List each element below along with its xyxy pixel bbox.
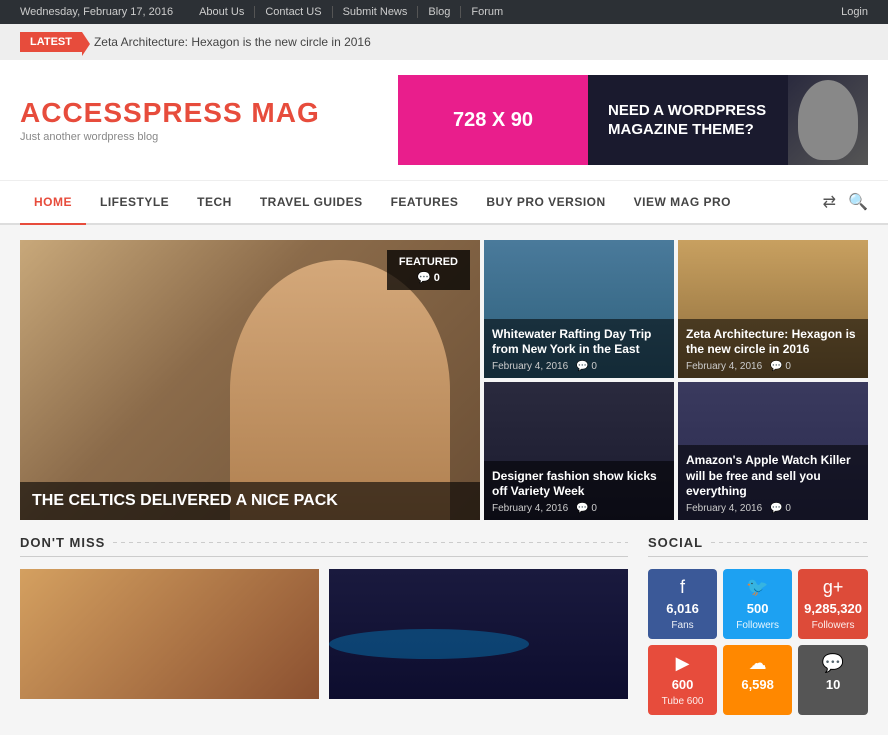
featured-item-2-title: Zeta Architecture: Hexagon is the new ci… (686, 327, 860, 358)
google-label: Followers (812, 620, 855, 631)
soundcloud-count: 6,598 (729, 677, 786, 692)
featured-badge-label: FEATURED (399, 256, 458, 268)
featured-item-2-overlay: Zeta Architecture: Hexagon is the new ci… (678, 319, 868, 378)
featured-item-2-meta: February 4, 2016 💬 0 (686, 361, 860, 372)
social-google[interactable]: g+ 9,285,320 Followers (798, 569, 868, 639)
logo-main: ACCESSPRESS (20, 97, 243, 128)
featured-item-2[interactable]: Zeta Architecture: Hexagon is the new ci… (678, 240, 868, 378)
ticker-label: LATEST (20, 32, 82, 52)
social-section: SOCIAL f 6,016 Fans 🐦 500 Followers g+ 9… (648, 535, 868, 715)
youtube-count: 600 (654, 677, 711, 692)
google-count: 9,285,320 (804, 601, 862, 616)
dont-miss-item-2[interactable] (329, 569, 628, 699)
logo[interactable]: ACCESSPRESS MAG (20, 97, 320, 129)
shuffle-icon[interactable]: ⇄ (823, 192, 836, 212)
nav-lifestyle[interactable]: LIFESTYLE (86, 181, 183, 223)
twitter-icon: 🐦 (729, 577, 786, 598)
facebook-count: 6,016 (654, 601, 711, 616)
featured-item-1[interactable]: Whitewater Rafting Day Trip from New Yor… (484, 240, 674, 378)
google-icon: g+ (804, 577, 862, 598)
login-link[interactable]: Login (841, 6, 868, 18)
banner-text: NEED A WORDPRESS MAGAZINE THEME? (608, 101, 848, 140)
chat-icon: 💬 (804, 653, 862, 674)
social-twitter[interactable]: 🐦 500 Followers (723, 569, 792, 639)
featured-item-4[interactable]: Amazon's Apple Watch Killer will be free… (678, 382, 868, 520)
featured-item-3[interactable]: Designer fashion show kicks off Variety … (484, 382, 674, 520)
twitter-label: Followers (736, 620, 779, 631)
social-grid: f 6,016 Fans 🐦 500 Followers g+ 9,285,32… (648, 569, 868, 715)
top-nav: About Us Contact US Submit News Blog For… (189, 6, 513, 18)
facebook-label: Fans (671, 620, 693, 631)
banner-cta: NEED A WORDPRESS MAGAZINE THEME? (588, 75, 868, 165)
featured-badge: FEATURED 💬 0 (387, 250, 470, 290)
logo-tagline: Just another wordpress blog (20, 131, 320, 143)
ticker-text: Zeta Architecture: Hexagon is the new ci… (94, 35, 371, 49)
ticker-bar: LATEST Zeta Architecture: Hexagon is the… (0, 24, 888, 60)
featured-main[interactable]: FEATURED 💬 0 THE CELTICS DELIVERED A NIC… (20, 240, 480, 520)
submit-news-link[interactable]: Submit News (333, 6, 419, 18)
dont-miss-grid (20, 569, 628, 699)
social-title: SOCIAL (648, 535, 868, 557)
dont-miss-item-1[interactable] (20, 569, 319, 699)
forum-link[interactable]: Forum (461, 6, 513, 18)
nav-bar: HOME LIFESTYLE TECH TRAVEL GUIDES FEATUR… (0, 181, 888, 225)
featured-section: FEATURED 💬 0 THE CELTICS DELIVERED A NIC… (0, 225, 888, 535)
featured-item-1-meta: February 4, 2016 💬 0 (492, 361, 666, 372)
top-bar: Wednesday, February 17, 2016 About Us Co… (0, 0, 888, 24)
featured-item-3-title: Designer fashion show kicks off Variety … (492, 469, 666, 500)
nav-tech[interactable]: TECH (183, 181, 246, 223)
nav-icons: ⇄ 🔍 (823, 192, 868, 212)
nav-buy-pro[interactable]: BUY PRO VERSION (472, 181, 619, 223)
nav-features[interactable]: FEATURES (377, 181, 473, 223)
social-chat[interactable]: 💬 10 (798, 645, 868, 715)
featured-item-4-title: Amazon's Apple Watch Killer will be free… (686, 453, 860, 500)
contact-link[interactable]: Contact US (255, 6, 332, 18)
dont-miss: DON'T MISS (20, 535, 628, 715)
header: ACCESSPRESS MAG Just another wordpress b… (0, 60, 888, 181)
featured-item-3-meta: February 4, 2016 💬 0 (492, 503, 666, 514)
dont-miss-title: DON'T MISS (20, 535, 628, 557)
about-link[interactable]: About Us (189, 6, 255, 18)
blog-link[interactable]: Blog (418, 6, 461, 18)
nav-travel[interactable]: TRAVEL GUIDES (246, 181, 377, 223)
banner-size: 728 X 90 (398, 75, 588, 165)
search-icon[interactable]: 🔍 (848, 192, 868, 212)
featured-item-1-overlay: Whitewater Rafting Day Trip from New Yor… (484, 319, 674, 378)
nav-links: HOME LIFESTYLE TECH TRAVEL GUIDES FEATUR… (20, 181, 745, 223)
featured-comment-count: 💬 0 (399, 271, 458, 284)
youtube-label: Tube 600 (662, 696, 704, 707)
social-facebook[interactable]: f 6,016 Fans (648, 569, 717, 639)
social-soundcloud[interactable]: ☁ 6,598 (723, 645, 792, 715)
soundcloud-icon: ☁ (729, 653, 786, 674)
chat-count: 10 (804, 677, 862, 692)
nav-view-mag[interactable]: VIEW MAG PRO (620, 181, 745, 223)
bottom-sections: DON'T MISS SOCIAL f 6,016 Fans 🐦 500 Fol… (0, 535, 888, 735)
featured-item-4-meta: February 4, 2016 💬 0 (686, 503, 860, 514)
featured-item-1-title: Whitewater Rafting Day Trip from New Yor… (492, 327, 666, 358)
facebook-icon: f (654, 577, 711, 598)
youtube-icon: ▶ (654, 653, 711, 674)
featured-main-title: THE CELTICS DELIVERED A NICE PACK (20, 482, 480, 520)
social-youtube[interactable]: ▶ 600 Tube 600 (648, 645, 717, 715)
logo-accent: MAG (251, 97, 319, 128)
featured-item-4-overlay: Amazon's Apple Watch Killer will be free… (678, 445, 868, 520)
featured-grid: Whitewater Rafting Day Trip from New Yor… (484, 240, 868, 520)
banner-ad[interactable]: 728 X 90 NEED A WORDPRESS MAGAZINE THEME… (398, 75, 868, 165)
logo-area: ACCESSPRESS MAG Just another wordpress b… (20, 97, 320, 143)
twitter-count: 500 (729, 601, 786, 616)
nav-home[interactable]: HOME (20, 181, 86, 225)
featured-item-3-overlay: Designer fashion show kicks off Variety … (484, 461, 674, 520)
date-display: Wednesday, February 17, 2016 (20, 6, 173, 18)
